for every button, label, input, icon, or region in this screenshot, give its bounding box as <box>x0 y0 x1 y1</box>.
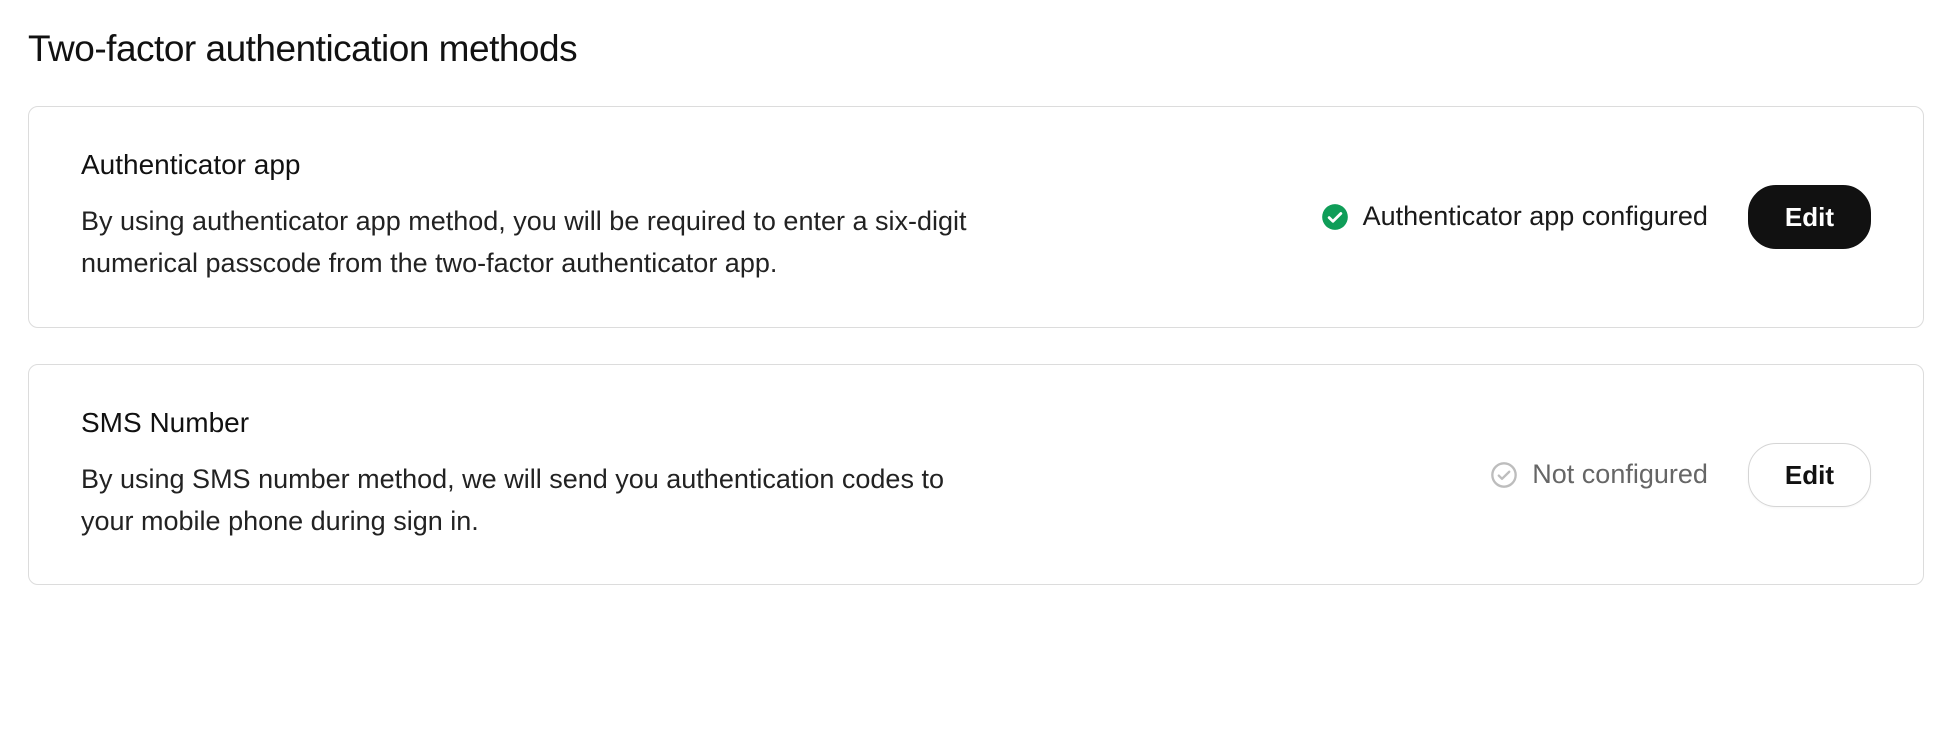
check-circle-outline-icon <box>1490 461 1518 489</box>
authenticator-app-card: Authenticator app By using authenticator… <box>28 106 1924 328</box>
authenticator-status: Authenticator app configured <box>1321 201 1708 232</box>
authenticator-description: By using authenticator app method, you w… <box>81 201 981 285</box>
check-circle-filled-icon <box>1321 203 1349 231</box>
sms-title: SMS Number <box>81 407 1001 439</box>
authenticator-title: Authenticator app <box>81 149 1001 181</box>
sms-status: Not configured <box>1490 459 1708 490</box>
sms-info: SMS Number By using SMS number method, w… <box>81 407 1001 543</box>
sms-edit-button[interactable]: Edit <box>1748 443 1871 507</box>
authenticator-edit-button[interactable]: Edit <box>1748 185 1871 249</box>
sms-description: By using SMS number method, we will send… <box>81 459 981 543</box>
section-title: Two-factor authentication methods <box>28 28 1924 70</box>
authenticator-info: Authenticator app By using authenticator… <box>81 149 1001 285</box>
authenticator-actions: Authenticator app configured Edit <box>1321 185 1871 249</box>
authenticator-status-text: Authenticator app configured <box>1363 201 1708 232</box>
sms-status-text: Not configured <box>1532 459 1708 490</box>
sms-number-card: SMS Number By using SMS number method, w… <box>28 364 1924 586</box>
sms-actions: Not configured Edit <box>1490 443 1871 507</box>
